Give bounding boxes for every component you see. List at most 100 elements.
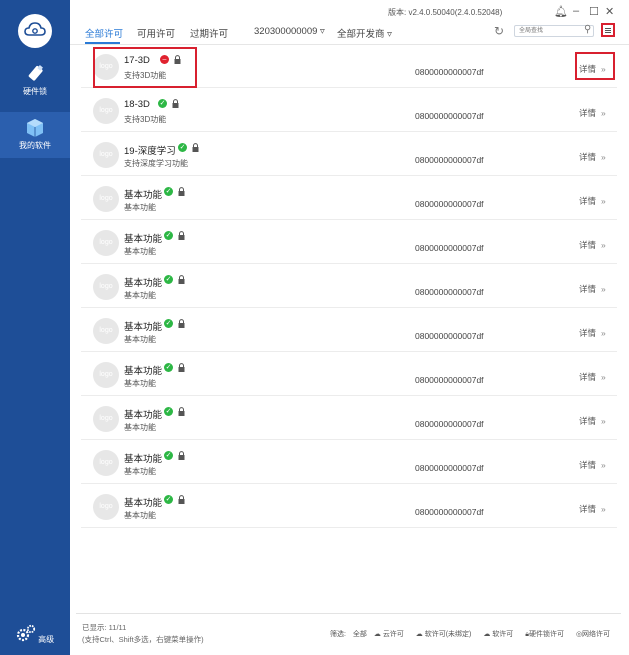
license-row[interactable]: logo 基本功能 ✓ 基本功能 0800000000007df 详情» [81,396,617,440]
filter-soft-unbound[interactable]: ☁ 软许可(未绑定) [416,631,477,638]
license-name: 基本功能 [124,410,163,421]
minimize-icon[interactable]: – [573,5,579,17]
lock-icon [178,187,185,196]
detail-button[interactable]: 详情 » [579,283,606,295]
app-logo-avatar: logo [93,98,119,124]
double-chevron-right-icon: » [601,240,606,250]
sidebar-item-label: 我的软件 [19,141,51,150]
app-logo-avatar: logo [93,494,119,520]
detail-button[interactable]: 详情 » [579,239,606,251]
menu-icon-bar [605,32,611,33]
license-row[interactable]: logo 19-深度学习 ✓ 支持深度学习功能 0800000000007df 详情 » [81,132,617,176]
account-dropdown[interactable]: 320300000009 ▿ [254,26,325,37]
bell-icon[interactable]: 🔔︎ [554,5,568,18]
filter-label: 筛选: [330,631,346,638]
detail-label: 详情 [579,504,597,514]
lock-icon [178,319,185,328]
app-logo-avatar: logo [93,230,119,256]
lock-icon [178,495,185,504]
search-icon[interactable]: ⚲ [584,24,591,35]
license-code: 0800000000007df [415,287,484,297]
license-list: logo 17-3D – 支持3D功能 0800000000007df 详情» logo 18… [81,44,617,528]
double-chevron-right-icon: » [601,152,606,162]
detail-button[interactable]: 详情 » [579,371,606,383]
sidebar-item-hardware-lock[interactable]: 硬件锁 [0,64,70,104]
lock-icon [172,99,179,108]
sidebar-item-advanced[interactable]: 高级 [0,624,70,645]
shown-count: 已显示: 11/11 [82,623,127,632]
license-code: 0800000000007df [415,463,484,473]
license-row[interactable]: logo 基本功能 ✓ 基本功能 0800000000007df 详情» [81,264,617,308]
double-chevron-right-icon: » [601,284,606,294]
license-description: 基本功能 [124,335,156,344]
detail-button[interactable]: 详情 » [579,195,606,207]
lock-icon [178,231,185,240]
check-circle-icon: ✓ [164,319,173,328]
check-circle-icon: ✓ [164,231,173,240]
toolbar: 全部许可 可用许可 过期许可 320300000009 ▿ 全部开发商 ▿ ↻ … [70,22,629,45]
footer-divider [76,613,621,614]
detail-label: 详情 [579,196,597,206]
refresh-icon[interactable]: ↻ [494,24,504,38]
license-row[interactable]: logo 基本功能 ✓ 基本功能 0800000000007df 详情» [81,440,617,484]
app-logo-avatar: logo [93,274,119,300]
check-circle-icon: ✓ [164,451,173,460]
detail-label: 详情 [579,460,597,470]
license-description: 基本功能 [124,511,156,520]
filter-soft-license[interactable]: ☁ 软许可 [483,631,518,638]
license-row[interactable]: logo 基本功能 ✓ 基本功能 0800000000007df 详情» [81,352,617,396]
license-code: 0800000000007df [415,67,484,77]
license-row[interactable]: logo 基本功能 ✓ 基本功能 0800000000007df 详情» [81,176,617,220]
app-logo-avatar: logo [93,142,119,168]
double-chevron-right-icon: » [601,416,606,426]
filter-hardware-license[interactable]: 🔒︎硬件锁许可 [525,631,569,638]
filter-label-text: 软许可(未绑定) [424,631,472,638]
usb-key-icon [28,65,43,81]
detail-label: 详情 [579,240,597,250]
license-description: 支持深度学习功能 [124,159,188,168]
lock-icon [178,363,185,372]
lock-icon [178,407,185,416]
double-chevron-right-icon: » [601,108,606,118]
title-bar: 版本: v2.4.0.50040(2.4.0.52048) 🔔︎ – ☐ ✕ [70,0,629,20]
app-logo-avatar: logo [93,362,119,388]
detail-button[interactable]: 详情 » [579,503,606,515]
license-description: 基本功能 [124,291,156,300]
app-logo-avatar: logo [93,186,119,212]
license-code: 0800000000007df [415,199,484,209]
license-code: 0800000000007df [415,111,484,121]
license-code: 0800000000007df [415,419,484,429]
developer-dropdown[interactable]: 全部开发商 ▿ [337,26,392,40]
license-name: 基本功能 [124,234,163,245]
maximize-icon[interactable]: ☐ [589,5,599,18]
filter-all[interactable]: 全部 [353,631,367,638]
tab-available-licenses[interactable]: 可用许可 [137,26,175,40]
highlight-box-name [93,47,197,88]
sidebar-item-my-software[interactable]: 我的软件 [0,112,70,158]
menu-button[interactable] [601,23,615,37]
tab-expired-licenses[interactable]: 过期许可 [190,26,228,40]
license-row[interactable]: logo 18-3D ✓ 支持3D功能 0800000000007df 详情 » [81,88,617,132]
filter-network-license[interactable]: ◎网络许可 [576,631,615,638]
detail-button[interactable]: 详情 » [579,415,606,427]
double-chevron-right-icon: » [601,504,606,514]
detail-label: 详情 [579,416,597,426]
detail-button[interactable]: 详情 » [579,151,606,163]
detail-button[interactable]: 详情 » [579,459,606,471]
close-icon[interactable]: ✕ [605,5,614,18]
filter-label-text: 软许可 [492,631,514,638]
version-label: 版本: v2.4.0.50040(2.4.0.52048) [388,8,503,17]
filter-cloud-license[interactable]: ☁ 云许可 [374,631,409,638]
license-name: 基本功能 [124,322,163,333]
cube-icon [27,119,43,137]
license-description: 基本功能 [124,203,156,212]
tab-all-licenses[interactable]: 全部许可 [85,26,123,40]
license-row[interactable]: logo 基本功能 ✓ 基本功能 0800000000007df 详情» [81,220,617,264]
detail-button[interactable]: 详情 » [579,107,606,119]
license-code: 0800000000007df [415,243,484,253]
detail-button[interactable]: 详情 » [579,327,606,339]
license-row[interactable]: logo 基本功能 ✓ 基本功能 0800000000007df 详情» [81,484,617,528]
search-input[interactable] [514,25,594,37]
app-logo-avatar: logo [93,318,119,344]
license-row[interactable]: logo 基本功能 ✓ 基本功能 0800000000007df 详情» [81,308,617,352]
